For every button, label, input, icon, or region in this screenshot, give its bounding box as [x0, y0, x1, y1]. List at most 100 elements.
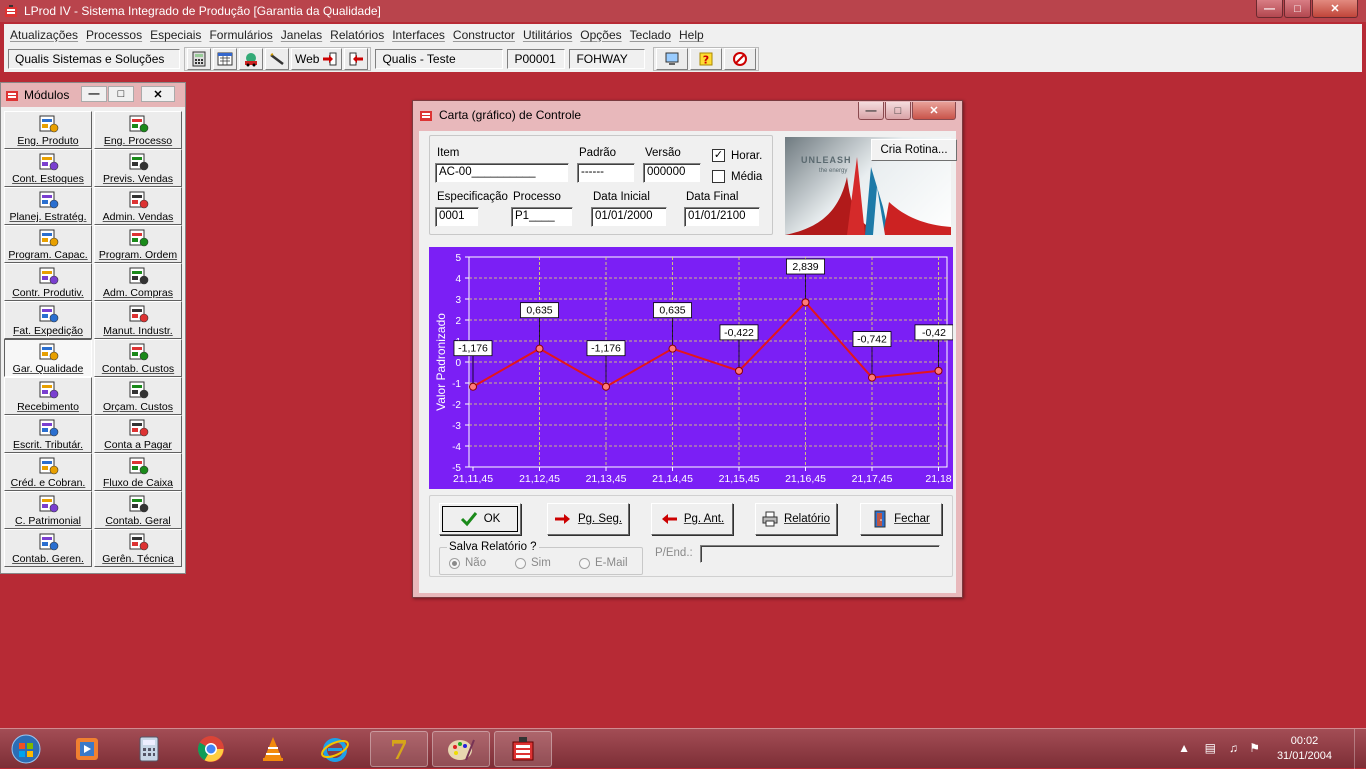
chrome-app[interactable] [182, 731, 240, 767]
power-icon[interactable] [724, 48, 757, 70]
calculator-app[interactable] [120, 731, 178, 767]
next-page-button[interactable]: Pg. Seg. [547, 503, 629, 535]
processo-input[interactable]: P1____ [511, 207, 573, 227]
data-final-input[interactable]: 01/01/2100 [684, 207, 760, 227]
espec-input[interactable]: 0001 [435, 207, 479, 227]
menu-item-6[interactable]: Interfaces [388, 28, 449, 42]
monitor-icon[interactable] [656, 48, 689, 70]
clock[interactable]: 00:02 31/01/2004 [1277, 734, 1332, 764]
prev-page-button[interactable]: Pg. Ant. [651, 503, 733, 535]
module-button-21[interactable]: Contab. Geral [94, 491, 182, 529]
horar-check-icon: ✓ [712, 149, 725, 162]
menu-item-7[interactable]: Constructor [449, 28, 519, 42]
ok-button[interactable]: OK [439, 503, 521, 535]
help-icon[interactable]: ? [690, 48, 723, 70]
radio-yes[interactable]: Sim [515, 557, 551, 569]
pend-input[interactable] [700, 545, 940, 563]
close-dialog-button[interactable]: Fechar [860, 503, 942, 535]
start-button[interactable] [0, 731, 52, 767]
lprod-app[interactable] [494, 731, 552, 767]
data-inicial-input[interactable]: 01/01/2000 [591, 207, 667, 227]
menu-item-1[interactable]: Processos [82, 28, 146, 42]
report-button[interactable]: Relatório [755, 503, 837, 535]
pencil-tool-icon[interactable] [265, 48, 289, 70]
radio-no[interactable]: Não [449, 557, 486, 569]
module-button-3[interactable]: Previs. Vendas [94, 149, 182, 187]
flag-icon[interactable]: ⚑ [1249, 741, 1260, 755]
x-tick-label: 21,11,45 [453, 473, 493, 485]
menu-item-5[interactable]: Relatórios [326, 28, 388, 42]
module-button-0[interactable]: Eng. Produto [4, 111, 92, 149]
module-button-14[interactable]: Recebimento [4, 377, 92, 415]
minimize-button[interactable]: — [1256, 0, 1283, 18]
menu-item-3[interactable]: Formulários [205, 28, 276, 42]
module-button-4[interactable]: Planej. Estratég. [4, 187, 92, 225]
modules-minimize-button[interactable]: — [81, 86, 107, 102]
media-player-app[interactable] [58, 731, 116, 767]
dialog-maximize-button[interactable]: □ [885, 102, 911, 120]
dialog-close-button[interactable]: ✕ [912, 102, 956, 120]
paint-app[interactable] [432, 731, 490, 767]
module-button-6[interactable]: Program. Capac. [4, 225, 92, 263]
module-button-8[interactable]: Contr. Produtiv. [4, 263, 92, 301]
media-checkbox[interactable]: Média [712, 170, 762, 183]
module-button-1[interactable]: Eng. Processo [94, 111, 182, 149]
module-button-22[interactable]: Contab. Geren. [4, 529, 92, 567]
maximize-button[interactable]: □ [1284, 0, 1311, 18]
module-label: Gar. Qualidade [12, 363, 84, 375]
module-button-7[interactable]: Program. Ordem [94, 225, 182, 263]
module-button-12[interactable]: Gar. Qualidade [4, 339, 92, 377]
module-button-20[interactable]: C. Patrimonial [4, 491, 92, 529]
close-button[interactable]: ✕ [1312, 0, 1358, 18]
modules-title: Módulos [24, 88, 70, 102]
web-button[interactable]: Web [291, 48, 343, 70]
menu-item-4[interactable]: Janelas [277, 28, 326, 42]
module-button-13[interactable]: Contab. Custos [94, 339, 182, 377]
globe-car-icon[interactable] [239, 48, 263, 70]
dialog-minimize-button[interactable]: — [858, 102, 884, 120]
volume-icon[interactable]: ♫ [1229, 741, 1238, 755]
menu-item-10[interactable]: Teclado [626, 28, 675, 42]
enter-arrow-icon[interactable] [344, 48, 369, 70]
radio-email[interactable]: E-Mail [579, 557, 628, 569]
module-button-19[interactable]: Fluxo de Caixa [94, 453, 182, 491]
versao-input[interactable]: 000000 [643, 163, 701, 183]
module-button-23[interactable]: Gerên. Técnica [94, 529, 182, 567]
module-button-15[interactable]: Orçam. Custos [94, 377, 182, 415]
tray-expand-icon[interactable]: ▲ [1178, 741, 1190, 755]
control-chart-dialog: Carta (gráfico) de Controle — □ ✕ Item A… [412, 100, 963, 598]
module-button-16[interactable]: Escrit. Tributár. [4, 415, 92, 453]
modules-maximize-button[interactable]: □ [108, 86, 134, 102]
horar-checkbox[interactable]: ✓ Horar. [712, 149, 762, 162]
module-button-9[interactable]: Adm. Compras [94, 263, 182, 301]
check-icon [460, 512, 477, 527]
padrao-input[interactable]: ------ [577, 163, 635, 183]
module-button-5[interactable]: Admin. Vendas [94, 187, 182, 225]
calculator-tool-icon[interactable] [187, 48, 211, 70]
ie-app[interactable] [306, 731, 364, 767]
module-button-10[interactable]: Fat. Expedição [4, 301, 92, 339]
module-button-11[interactable]: Manut. Industr. [94, 301, 182, 339]
network-icon[interactable]: ▤ [1205, 741, 1216, 755]
y-tick-label: -1 [452, 379, 461, 390]
vlc-app[interactable] [244, 731, 302, 767]
report-label: Relatório [783, 513, 831, 525]
user-field: FOHWAY [569, 49, 646, 69]
module-button-18[interactable]: Créd. e Cobran. [4, 453, 92, 491]
calendar-tool-icon[interactable] [213, 48, 237, 70]
item-input[interactable]: AC-00__________ [435, 163, 569, 183]
menu-item-0[interactable]: Atualizações [6, 28, 82, 42]
windows-start-icon [11, 734, 41, 764]
module-button-2[interactable]: Cont. Estoques [4, 149, 92, 187]
app-title: LProd IV - Sistema Integrado de Produção… [24, 4, 381, 18]
modules-close-button[interactable]: ✕ [141, 86, 175, 102]
module-button-17[interactable]: Conta a Pagar [94, 415, 182, 453]
menu-item-9[interactable]: Opções [576, 28, 625, 42]
app-7[interactable]: 7 [370, 731, 428, 767]
show-desktop-button[interactable] [1354, 729, 1366, 769]
module-label: Eng. Produto [17, 135, 79, 147]
menu-item-11[interactable]: Help [675, 28, 708, 42]
cria-rotina-button[interactable]: Cria Rotina... [871, 139, 957, 161]
menu-item-2[interactable]: Especiais [146, 28, 205, 42]
menu-item-8[interactable]: Utilitários [519, 28, 576, 42]
